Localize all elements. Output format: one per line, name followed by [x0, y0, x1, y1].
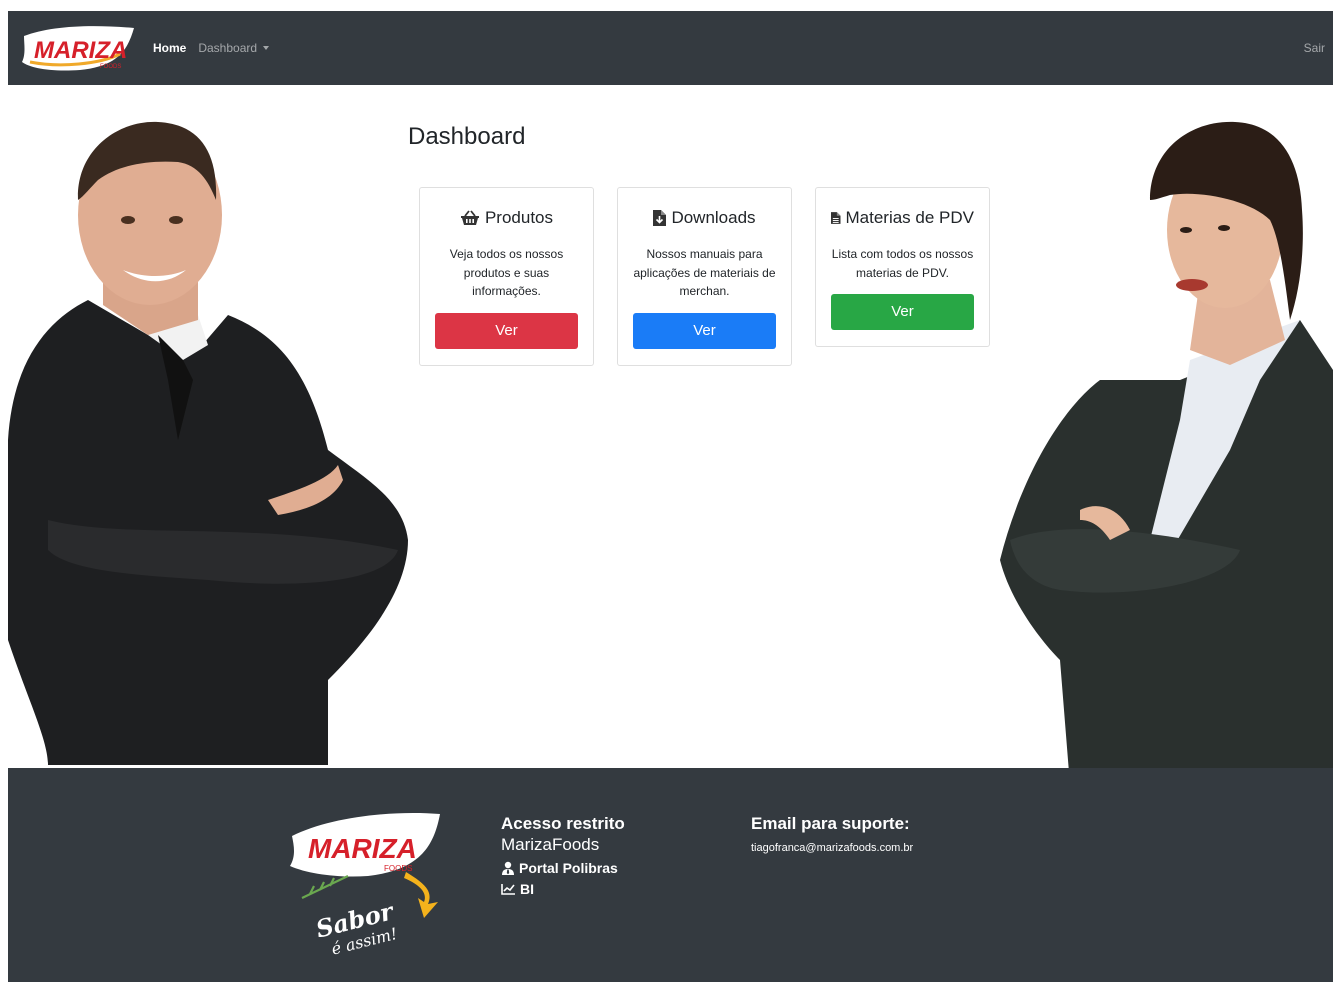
- card-downloads: Downloads Nossos manuais para aplicações…: [617, 187, 792, 366]
- bi-label: BI: [520, 881, 534, 897]
- page-title: Dashboard: [408, 123, 526, 150]
- businessman-image: [8, 120, 410, 765]
- nav-home[interactable]: Home: [153, 41, 186, 55]
- file-download-icon: [653, 210, 667, 226]
- caret-down-icon: [263, 46, 270, 50]
- mariza-logo[interactable]: MARIZA FOODS: [20, 22, 136, 74]
- basket-icon: [460, 210, 479, 225]
- card-title-downloads: Downloads: [671, 208, 756, 227]
- materias-pdv-ver-button[interactable]: Ver: [831, 294, 974, 330]
- card-title-materias-pdv: Materias de PDV: [845, 208, 975, 227]
- produtos-ver-button[interactable]: Ver: [435, 312, 578, 349]
- page: MARIZA FOODS Home Dashboard Sair Dashboa…: [0, 0, 1333, 982]
- svg-text:FOODS: FOODS: [100, 64, 121, 70]
- svg-text:MARIZA: MARIZA: [34, 37, 127, 64]
- line-chart-icon: [501, 884, 515, 895]
- restricted-line1: Acesso restrito: [501, 814, 625, 833]
- businesswoman-image: [1000, 120, 1333, 785]
- card-text-downloads: Nossos manuais para aplicações de materi…: [633, 247, 776, 298]
- footer: MARIZA FOODS Sabor é assim! Acesso restr…: [8, 768, 1333, 982]
- card-title-produtos: Produtos: [484, 208, 554, 227]
- downloads-ver-button[interactable]: Ver: [633, 312, 776, 349]
- mariza-footer-logo: MARIZA FOODS Sabor é assim!: [288, 806, 448, 959]
- portal-polibras-link[interactable]: Portal Polibras: [501, 860, 625, 876]
- logout-link[interactable]: Sair: [1304, 41, 1325, 55]
- document-icon: [831, 212, 841, 224]
- card-text-materias-pdv: Lista com todos os nossos materias de PD…: [831, 247, 974, 280]
- footer-restricted-column: Acesso restrito MarizaFoods Portal Polib…: [501, 813, 625, 897]
- user-tie-icon: [502, 861, 514, 875]
- nav-dashboard-label: Dashboard: [198, 41, 258, 55]
- support-title: Email para suporte:: [751, 814, 910, 833]
- portal-polibras-label: Portal Polibras: [519, 860, 618, 876]
- footer-support-column: Email para suporte: tiagofranca@marizafo…: [751, 813, 913, 854]
- card-text-produtos: Veja todos os nossos produtos e suas inf…: [449, 247, 564, 298]
- navbar: MARIZA FOODS Home Dashboard Sair: [8, 11, 1333, 85]
- nav-dashboard-dropdown[interactable]: Dashboard: [198, 41, 270, 55]
- support-email[interactable]: tiagofranca@marizafoods.com.br: [751, 842, 913, 854]
- card-produtos: Produtos Veja todos os nossos produtos e…: [419, 187, 594, 366]
- restricted-line2: MarizaFoods: [501, 835, 600, 854]
- footer-logo-sub: FOODS: [384, 864, 412, 873]
- bi-link[interactable]: BI: [501, 881, 625, 897]
- footer-logo-text: MARIZA: [308, 833, 417, 864]
- card-materias-pdv: Materias de PDV Lista com todos os nosso…: [815, 187, 990, 347]
